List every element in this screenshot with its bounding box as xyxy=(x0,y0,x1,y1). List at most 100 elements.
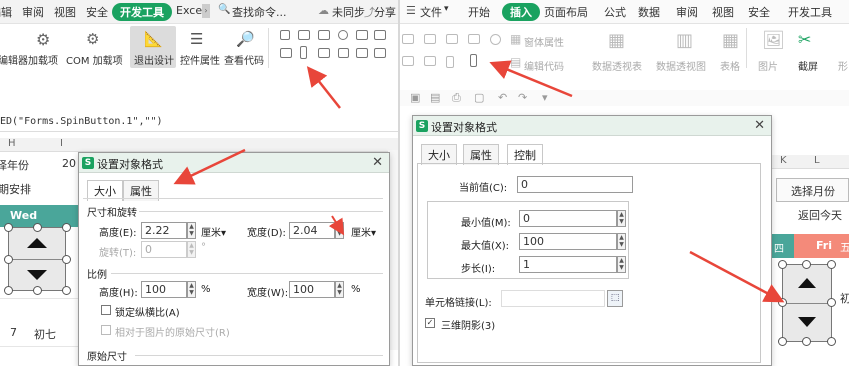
spin-up-arrow-icon[interactable] xyxy=(798,278,816,288)
max-value-input[interactable]: 100 xyxy=(519,233,617,250)
step-input[interactable]: 1 xyxy=(519,256,617,273)
rotation-spinner[interactable]: ▲ ▼ xyxy=(187,241,196,258)
close-icon[interactable]: ✕ xyxy=(754,118,765,133)
select-month-button[interactable]: 选择月份 xyxy=(776,178,849,202)
label-control-icon[interactable] xyxy=(374,30,386,40)
scale-width-spinner[interactable]: ▲ ▼ xyxy=(335,281,344,298)
export-pdf-icon[interactable]: ▤ xyxy=(430,91,440,104)
tab-data[interactable]: 数据 xyxy=(638,4,660,20)
form-combobox-icon[interactable] xyxy=(446,56,454,68)
spin-button-control-icon[interactable] xyxy=(300,46,307,59)
resize-handle[interactable] xyxy=(4,255,13,264)
form-button-icon[interactable] xyxy=(446,34,458,44)
scale-height-spinner[interactable]: ▲ ▼ xyxy=(187,281,196,298)
share-button[interactable]: 分享 xyxy=(374,4,396,20)
picture-icon[interactable]: 🖼 xyxy=(762,30,785,51)
resize-handle[interactable] xyxy=(4,223,13,232)
tab-developer[interactable]: 开发工具 xyxy=(112,3,172,21)
image-control-icon[interactable] xyxy=(318,48,330,58)
file-dropdown-icon[interactable]: ▾ xyxy=(444,4,449,14)
control-properties-button[interactable]: 控件属性 xyxy=(180,52,220,67)
form-spin-button-icon[interactable] xyxy=(470,54,477,67)
addins-gear-icon[interactable]: ⚙ xyxy=(36,30,50,49)
tab-view[interactable]: 视图 xyxy=(712,4,734,20)
combobox-control-icon[interactable] xyxy=(356,48,368,58)
table-icon[interactable]: ▦ xyxy=(722,30,739,51)
tab-size[interactable]: 大小 xyxy=(421,144,457,165)
step-spinner[interactable]: ▲ ▼ xyxy=(617,256,626,273)
screenshot-button[interactable]: 截屏 xyxy=(798,58,818,73)
resize-handle[interactable] xyxy=(778,260,787,269)
form-option-icon[interactable] xyxy=(490,34,501,45)
resize-handle[interactable] xyxy=(33,223,42,232)
cell-picker-icon[interactable]: ⬚ xyxy=(607,290,623,307)
spin-down-arrow-icon[interactable] xyxy=(27,270,47,280)
tab-review[interactable]: 审阅 xyxy=(676,4,698,20)
cell-link-input[interactable] xyxy=(501,290,605,307)
spin-up-arrow-icon[interactable] xyxy=(27,238,47,248)
shade-3d-checkbox[interactable]: ✓ xyxy=(425,318,435,328)
form-listbox-icon[interactable] xyxy=(468,34,480,44)
edit-code-button[interactable]: 编辑代码 xyxy=(524,58,564,73)
max-value-spinner[interactable]: ▲ ▼ xyxy=(617,233,626,250)
picture-button[interactable]: 图片 xyxy=(758,58,778,73)
height-input[interactable]: 2.22 xyxy=(141,222,187,239)
scale-width-input[interactable]: 100 xyxy=(289,281,335,298)
tab-properties[interactable]: 属性 xyxy=(463,144,499,165)
tab-file[interactable]: 文件 xyxy=(420,4,442,20)
spin-button-control[interactable] xyxy=(8,227,66,291)
width-input[interactable]: 2.04 xyxy=(289,222,335,239)
tab-review[interactable]: 审阅 xyxy=(22,4,44,20)
lock-aspect-checkbox[interactable] xyxy=(101,305,111,315)
resize-handle[interactable] xyxy=(62,255,71,264)
groupbox-control-icon[interactable] xyxy=(356,30,368,40)
pivot-table-button[interactable]: 数据透视表 xyxy=(592,58,642,73)
min-value-input[interactable]: 0 xyxy=(519,210,617,227)
close-icon[interactable]: ✕ xyxy=(372,155,383,170)
width-unit-select[interactable]: 厘米▾ xyxy=(351,224,376,239)
form-groupbox-icon[interactable] xyxy=(424,34,436,44)
resize-handle[interactable] xyxy=(778,298,787,307)
height-unit-select[interactable]: 厘米▾ xyxy=(201,224,226,239)
form-checkbox-icon[interactable] xyxy=(402,34,414,44)
spin-down-arrow-icon[interactable] xyxy=(798,317,816,327)
control-properties-icon[interactable]: ☰ xyxy=(190,30,203,48)
view-code-button[interactable]: 查看代码 xyxy=(224,52,264,67)
pivot-chart-button[interactable]: 数据透视图 xyxy=(656,58,706,73)
resize-handle[interactable] xyxy=(802,337,811,346)
view-code-icon[interactable]: 🔎 xyxy=(236,30,255,48)
print-icon[interactable]: ⎙ xyxy=(452,91,461,105)
tab-page-layout[interactable]: 页面布局 xyxy=(544,4,588,20)
tab-edit[interactable]: 编辑 xyxy=(0,4,12,20)
search-command[interactable]: 查找命令... xyxy=(232,4,287,20)
save-icon[interactable]: ▣ xyxy=(410,91,420,104)
min-value-spinner[interactable]: ▲ ▼ xyxy=(617,210,626,227)
resize-handle[interactable] xyxy=(62,286,71,295)
print-preview-icon[interactable]: ▢ xyxy=(474,91,484,104)
tab-formulas[interactable]: 公式 xyxy=(604,4,626,20)
width-spinner[interactable]: ▲ ▼ xyxy=(335,222,344,239)
tab-scroll-right-icon[interactable]: › xyxy=(202,4,210,18)
toggle-control-icon[interactable] xyxy=(374,48,386,58)
relative-original-checkbox[interactable] xyxy=(101,325,111,335)
button-control-icon[interactable] xyxy=(298,30,310,40)
resize-handle[interactable] xyxy=(62,223,71,232)
resize-handle[interactable] xyxy=(802,260,811,269)
dialog-titlebar[interactable]: S 设置对象格式 ✕ xyxy=(79,153,389,173)
addins-button[interactable]: 加载项 xyxy=(28,52,58,67)
screenshot-scissors-icon[interactable]: ✂ xyxy=(798,30,811,49)
sync-status[interactable]: 未同步 xyxy=(332,4,365,20)
form-label-icon[interactable] xyxy=(424,56,436,66)
form-scrollbar-icon[interactable] xyxy=(402,56,414,66)
tab-view[interactable]: 视图 xyxy=(54,4,76,20)
tab-excel-partial[interactable]: Exce xyxy=(176,4,202,17)
resize-handle[interactable] xyxy=(827,260,836,269)
tab-control[interactable]: 控制 xyxy=(507,144,543,165)
dialog-titlebar[interactable]: S 设置对象格式 ✕ xyxy=(413,116,771,136)
tab-developer[interactable]: 开发工具 xyxy=(788,4,832,20)
pivot-chart-icon[interactable]: ▥ xyxy=(676,30,693,51)
resize-handle[interactable] xyxy=(827,337,836,346)
redo-icon[interactable]: ↷ xyxy=(518,91,527,104)
resize-handle[interactable] xyxy=(778,337,787,346)
resize-handle[interactable] xyxy=(827,298,836,307)
